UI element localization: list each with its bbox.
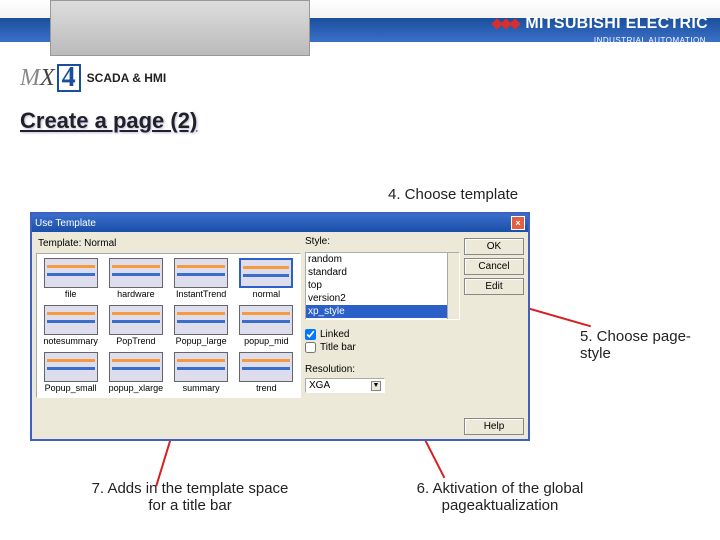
help-button[interactable]: Help xyxy=(464,418,524,435)
close-icon[interactable]: × xyxy=(511,216,525,230)
template-item[interactable]: popup_xlarge xyxy=(104,350,167,395)
style-option[interactable]: standard xyxy=(306,266,459,279)
template-name: normal xyxy=(253,289,281,299)
template-thumbnail[interactable] xyxy=(239,258,293,288)
chevron-down-icon[interactable]: ▼ xyxy=(371,381,381,391)
style-option[interactable]: version2 xyxy=(306,292,459,305)
template-name: Popup_large xyxy=(176,336,227,346)
cancel-button[interactable]: Cancel xyxy=(464,258,524,275)
ok-button[interactable]: OK xyxy=(464,238,524,255)
template-name: Popup_small xyxy=(45,383,97,393)
template-thumbnail[interactable] xyxy=(174,305,228,335)
titlebar-checkbox[interactable]: Title bar xyxy=(305,342,460,353)
template-item[interactable]: PopTrend xyxy=(104,303,167,348)
template-name: trend xyxy=(256,383,277,393)
style-option[interactable]: random xyxy=(306,253,459,266)
template-name: hardware xyxy=(117,289,155,299)
template-item[interactable]: summary xyxy=(170,350,233,395)
template-name: file xyxy=(65,289,77,299)
template-name: PopTrend xyxy=(116,336,155,346)
header-banner: MITSUBISHI ELECTRIC INDUSTRIAL AUTOMATIO… xyxy=(0,0,720,60)
template-name: InstantTrend xyxy=(176,289,226,299)
template-thumbnail[interactable] xyxy=(44,258,98,288)
header-photo xyxy=(50,0,310,56)
template-thumbnail[interactable] xyxy=(109,305,163,335)
style-option[interactable]: top xyxy=(306,279,459,292)
template-item[interactable]: Popup_small xyxy=(39,350,102,395)
template-item[interactable]: popup_mid xyxy=(235,303,298,348)
style-listbox[interactable]: randomstandardtopversion2xp_style xyxy=(305,252,460,320)
template-thumbnail[interactable] xyxy=(109,258,163,288)
template-item[interactable]: InstantTrend xyxy=(170,256,233,301)
brand-name: MITSUBISHI ELECTRIC xyxy=(525,15,708,33)
linked-checkbox-label: Linked xyxy=(320,329,349,340)
template-item[interactable]: trend xyxy=(235,350,298,395)
template-label: Template: Normal xyxy=(38,238,301,249)
annotation-4: 4. Choose template xyxy=(388,186,518,203)
template-name: notesummary xyxy=(43,336,98,346)
resolution-select[interactable]: XGA ▼ xyxy=(305,378,385,393)
resolution-label: Resolution: xyxy=(305,364,460,375)
template-item[interactable]: notesummary xyxy=(39,303,102,348)
template-thumbnail[interactable] xyxy=(174,352,228,382)
product-band: M X 4 SCADA & HMI xyxy=(0,64,720,92)
template-thumbnail[interactable] xyxy=(44,352,98,382)
scrollbar[interactable] xyxy=(447,253,459,319)
style-label: Style: xyxy=(305,236,460,247)
template-item[interactable]: hardware xyxy=(104,256,167,301)
brand-logo: MITSUBISHI ELECTRIC xyxy=(493,15,708,33)
template-name: summary xyxy=(183,383,220,393)
template-item[interactable]: normal xyxy=(235,256,298,301)
template-item[interactable]: file xyxy=(39,256,102,301)
resolution-value: XGA xyxy=(309,380,330,391)
linked-checkbox-input[interactable] xyxy=(305,329,316,340)
titlebar-checkbox-label: Title bar xyxy=(320,342,356,353)
template-thumbnail[interactable] xyxy=(109,352,163,382)
template-name: popup_xlarge xyxy=(109,383,164,393)
template-thumbnail[interactable] xyxy=(174,258,228,288)
template-thumbnail[interactable] xyxy=(239,305,293,335)
annotation-6: 6. Aktivation of the global pageaktualiz… xyxy=(390,480,610,514)
mx4-logo: M X 4 xyxy=(20,64,81,92)
style-option[interactable]: xp_style xyxy=(306,305,459,318)
template-thumbnail[interactable] xyxy=(44,305,98,335)
slide-title: Create a page (2) xyxy=(20,108,720,134)
template-grid: file hardware InstantTrend normal notesummar… xyxy=(36,253,301,398)
mitsubishi-diamonds-icon xyxy=(493,20,519,28)
template-name: popup_mid xyxy=(244,336,289,346)
product-tagline: SCADA & HMI xyxy=(87,71,167,85)
annotation-7: 7. Adds in the template space for a titl… xyxy=(90,480,290,514)
template-item[interactable]: Popup_large xyxy=(170,303,233,348)
linked-checkbox[interactable]: Linked xyxy=(305,329,460,340)
brand-subtitle: INDUSTRIAL AUTOMATION xyxy=(594,36,706,45)
edit-button[interactable]: Edit xyxy=(464,278,524,295)
dialog-title-text: Use Template xyxy=(35,218,96,229)
template-thumbnail[interactable] xyxy=(239,352,293,382)
use-template-dialog: Use Template × Template: Normal file hard… xyxy=(30,212,530,441)
annotation-5: 5. Choose page-style xyxy=(580,328,700,362)
dialog-titlebar[interactable]: Use Template × xyxy=(32,214,528,232)
titlebar-checkbox-input[interactable] xyxy=(305,342,316,353)
